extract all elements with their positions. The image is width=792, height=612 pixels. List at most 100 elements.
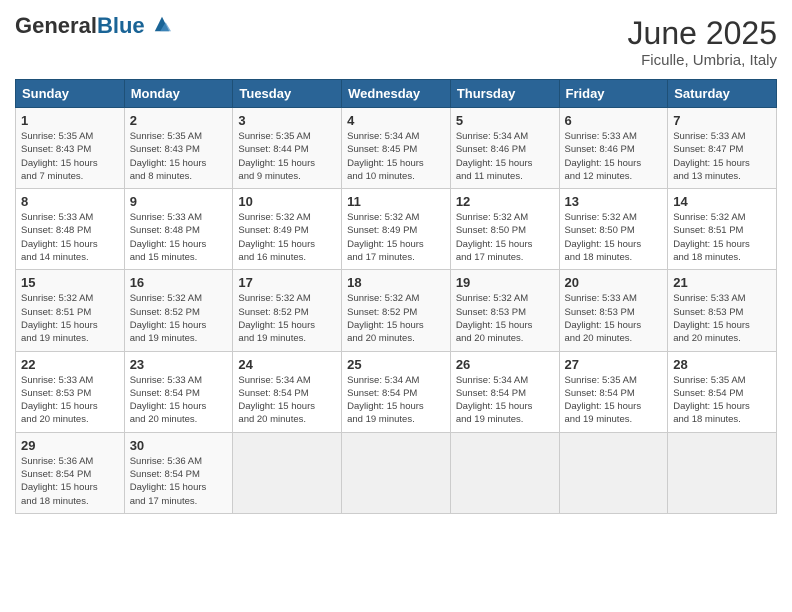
col-wednesday: Wednesday bbox=[342, 80, 451, 108]
calendar-cell: 17 Sunrise: 5:32 AM Sunset: 8:52 PM Dayli… bbox=[233, 270, 342, 351]
day-info: Sunrise: 5:34 AM Sunset: 8:54 PM Dayligh… bbox=[238, 374, 336, 427]
day-info: Sunrise: 5:32 AM Sunset: 8:50 PM Dayligh… bbox=[565, 211, 663, 264]
calendar-cell: 18 Sunrise: 5:32 AM Sunset: 8:52 PM Dayli… bbox=[342, 270, 451, 351]
day-info: Sunrise: 5:33 AM Sunset: 8:53 PM Dayligh… bbox=[673, 292, 771, 345]
logo-general-text: General bbox=[15, 13, 97, 38]
calendar-cell: 2 Sunrise: 5:35 AM Sunset: 8:43 PM Daylig… bbox=[124, 108, 233, 189]
calendar-cell: 22 Sunrise: 5:33 AM Sunset: 8:53 PM Dayli… bbox=[16, 351, 125, 432]
calendar-header: SundayMondayTuesdayWednesdayThursdayFrid… bbox=[16, 80, 777, 108]
calendar-cell: 21 Sunrise: 5:33 AM Sunset: 8:53 PM Dayli… bbox=[668, 270, 777, 351]
day-info: Sunrise: 5:35 AM Sunset: 8:54 PM Dayligh… bbox=[565, 374, 663, 427]
calendar-cell: 3 Sunrise: 5:35 AM Sunset: 8:44 PM Daylig… bbox=[233, 108, 342, 189]
day-number: 24 bbox=[238, 357, 336, 372]
col-saturday: Saturday bbox=[668, 80, 777, 108]
day-number: 13 bbox=[565, 194, 663, 209]
calendar-cell: 28Sunrise: 5:35 AM Sunset: 8:54 PM Dayli… bbox=[668, 351, 777, 432]
day-number: 1 bbox=[21, 113, 119, 128]
day-number: 29 bbox=[21, 438, 119, 453]
day-info: Sunrise: 5:36 AM Sunset: 8:54 PM Dayligh… bbox=[130, 455, 228, 508]
calendar-cell: 1 Sunrise: 5:35 AM Sunset: 8:43 PM Daylig… bbox=[16, 108, 125, 189]
calendar-table: SundayMondayTuesdayWednesdayThursdayFrid… bbox=[15, 79, 777, 514]
day-number: 16 bbox=[130, 275, 228, 290]
calendar-cell: 25 Sunrise: 5:34 AM Sunset: 8:54 PM Dayli… bbox=[342, 351, 451, 432]
day-info: Sunrise: 5:32 AM Sunset: 8:52 PM Dayligh… bbox=[347, 292, 445, 345]
day-info: Sunrise: 5:35 AM Sunset: 8:43 PM Dayligh… bbox=[130, 130, 228, 183]
calendar-cell: 13 Sunrise: 5:32 AM Sunset: 8:50 PM Dayli… bbox=[559, 189, 668, 270]
page-header: GeneralBlue June 2025 Ficulle, Umbria, I… bbox=[15, 15, 777, 69]
day-info: Sunrise: 5:33 AM Sunset: 8:48 PM Dayligh… bbox=[21, 211, 119, 264]
col-friday: Friday bbox=[559, 80, 668, 108]
day-info: Sunrise: 5:33 AM Sunset: 8:54 PM Dayligh… bbox=[130, 374, 228, 427]
calendar-cell: 14Sunrise: 5:32 AM Sunset: 8:51 PM Dayli… bbox=[668, 189, 777, 270]
day-info: Sunrise: 5:32 AM Sunset: 8:52 PM Dayligh… bbox=[130, 292, 228, 345]
calendar-cell: 8 Sunrise: 5:33 AM Sunset: 8:48 PM Daylig… bbox=[16, 189, 125, 270]
day-number: 23 bbox=[130, 357, 228, 372]
day-number: 26 bbox=[456, 357, 554, 372]
day-info: Sunrise: 5:32 AM Sunset: 8:51 PM Dayligh… bbox=[21, 292, 119, 345]
calendar-cell: 27 Sunrise: 5:35 AM Sunset: 8:54 PM Dayli… bbox=[559, 351, 668, 432]
calendar-cell bbox=[233, 432, 342, 513]
day-info: Sunrise: 5:35 AM Sunset: 8:44 PM Dayligh… bbox=[238, 130, 336, 183]
day-info: Sunrise: 5:33 AM Sunset: 8:53 PM Dayligh… bbox=[21, 374, 119, 427]
day-info: Sunrise: 5:34 AM Sunset: 8:45 PM Dayligh… bbox=[347, 130, 445, 183]
calendar-cell: 29 Sunrise: 5:36 AM Sunset: 8:54 PM Dayli… bbox=[16, 432, 125, 513]
calendar-cell bbox=[342, 432, 451, 513]
logo-blue-text: Blue bbox=[97, 13, 145, 38]
day-number: 25 bbox=[347, 357, 445, 372]
day-info: Sunrise: 5:35 AM Sunset: 8:43 PM Dayligh… bbox=[21, 130, 119, 183]
calendar-cell: 23 Sunrise: 5:33 AM Sunset: 8:54 PM Dayli… bbox=[124, 351, 233, 432]
calendar-cell: 5 Sunrise: 5:34 AM Sunset: 8:46 PM Daylig… bbox=[450, 108, 559, 189]
day-info: Sunrise: 5:36 AM Sunset: 8:54 PM Dayligh… bbox=[21, 455, 119, 508]
calendar-cell: 4 Sunrise: 5:34 AM Sunset: 8:45 PM Daylig… bbox=[342, 108, 451, 189]
month-year: June 2025 bbox=[628, 15, 777, 52]
day-number: 12 bbox=[456, 194, 554, 209]
day-number: 3 bbox=[238, 113, 336, 128]
day-number: 30 bbox=[130, 438, 228, 453]
day-number: 20 bbox=[565, 275, 663, 290]
calendar-cell: 30 Sunrise: 5:36 AM Sunset: 8:54 PM Dayli… bbox=[124, 432, 233, 513]
day-number: 10 bbox=[238, 194, 336, 209]
day-number: 21 bbox=[673, 275, 771, 290]
calendar-cell: 15 Sunrise: 5:32 AM Sunset: 8:51 PM Dayli… bbox=[16, 270, 125, 351]
day-info: Sunrise: 5:32 AM Sunset: 8:49 PM Dayligh… bbox=[238, 211, 336, 264]
calendar-cell: 19 Sunrise: 5:32 AM Sunset: 8:53 PM Dayli… bbox=[450, 270, 559, 351]
logo: GeneralBlue bbox=[15, 15, 171, 37]
day-number: 6 bbox=[565, 113, 663, 128]
day-number: 17 bbox=[238, 275, 336, 290]
location: Ficulle, Umbria, Italy bbox=[628, 52, 777, 69]
calendar-cell: 20 Sunrise: 5:33 AM Sunset: 8:53 PM Dayli… bbox=[559, 270, 668, 351]
calendar-cell bbox=[559, 432, 668, 513]
calendar-cell: 7Sunrise: 5:33 AM Sunset: 8:47 PM Daylig… bbox=[668, 108, 777, 189]
day-number: 4 bbox=[347, 113, 445, 128]
day-info: Sunrise: 5:33 AM Sunset: 8:46 PM Dayligh… bbox=[565, 130, 663, 183]
calendar-cell: 6 Sunrise: 5:33 AM Sunset: 8:46 PM Daylig… bbox=[559, 108, 668, 189]
logo-icon bbox=[153, 15, 171, 33]
day-number: 27 bbox=[565, 357, 663, 372]
day-number: 18 bbox=[347, 275, 445, 290]
day-info: Sunrise: 5:34 AM Sunset: 8:54 PM Dayligh… bbox=[456, 374, 554, 427]
day-number: 2 bbox=[130, 113, 228, 128]
calendar-cell: 11Sunrise: 5:32 AM Sunset: 8:49 PM Dayli… bbox=[342, 189, 451, 270]
day-number: 14 bbox=[673, 194, 771, 209]
day-info: Sunrise: 5:33 AM Sunset: 8:53 PM Dayligh… bbox=[565, 292, 663, 345]
day-number: 5 bbox=[456, 113, 554, 128]
day-info: Sunrise: 5:33 AM Sunset: 8:48 PM Dayligh… bbox=[130, 211, 228, 264]
day-info: Sunrise: 5:34 AM Sunset: 8:54 PM Dayligh… bbox=[347, 374, 445, 427]
day-number: 8 bbox=[21, 194, 119, 209]
calendar-cell: 9Sunrise: 5:33 AM Sunset: 8:48 PM Daylig… bbox=[124, 189, 233, 270]
col-sunday: Sunday bbox=[16, 80, 125, 108]
day-info: Sunrise: 5:34 AM Sunset: 8:46 PM Dayligh… bbox=[456, 130, 554, 183]
calendar-cell: 12Sunrise: 5:32 AM Sunset: 8:50 PM Dayli… bbox=[450, 189, 559, 270]
col-thursday: Thursday bbox=[450, 80, 559, 108]
day-number: 11 bbox=[347, 194, 445, 209]
day-info: Sunrise: 5:32 AM Sunset: 8:53 PM Dayligh… bbox=[456, 292, 554, 345]
day-number: 19 bbox=[456, 275, 554, 290]
day-number: 22 bbox=[21, 357, 119, 372]
day-number: 7 bbox=[673, 113, 771, 128]
col-tuesday: Tuesday bbox=[233, 80, 342, 108]
calendar-cell: 16 Sunrise: 5:32 AM Sunset: 8:52 PM Dayli… bbox=[124, 270, 233, 351]
day-number: 15 bbox=[21, 275, 119, 290]
calendar-cell bbox=[668, 432, 777, 513]
col-monday: Monday bbox=[124, 80, 233, 108]
day-info: Sunrise: 5:32 AM Sunset: 8:52 PM Dayligh… bbox=[238, 292, 336, 345]
